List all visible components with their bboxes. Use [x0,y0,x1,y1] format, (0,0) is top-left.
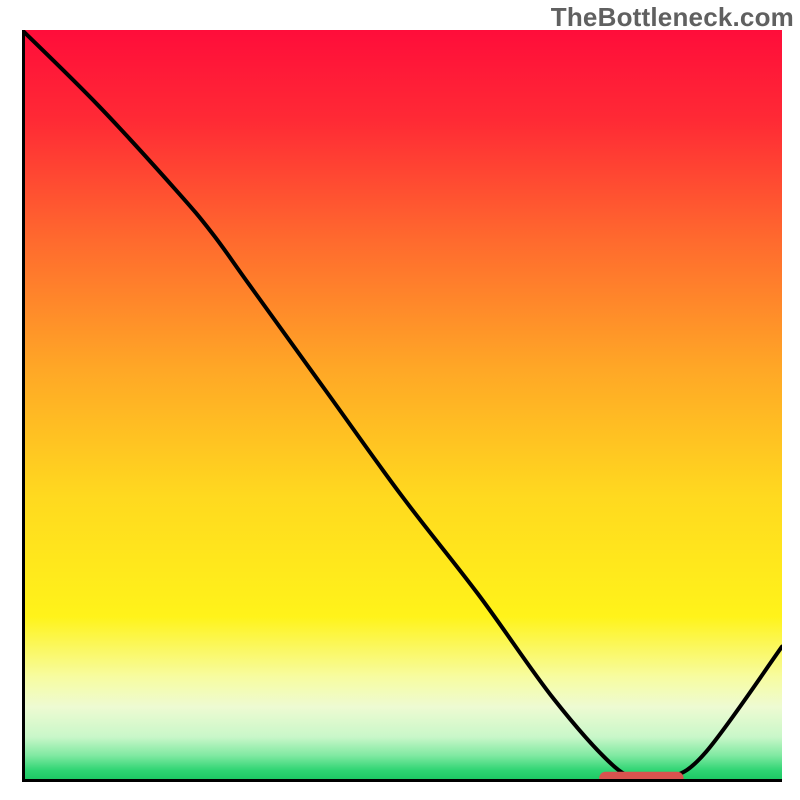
chart-svg [22,30,782,782]
plot-area [22,30,782,782]
gradient-background [22,30,782,782]
bottleneck-chart: TheBottleneck.com [0,0,800,800]
watermark-label: TheBottleneck.com [551,2,794,33]
